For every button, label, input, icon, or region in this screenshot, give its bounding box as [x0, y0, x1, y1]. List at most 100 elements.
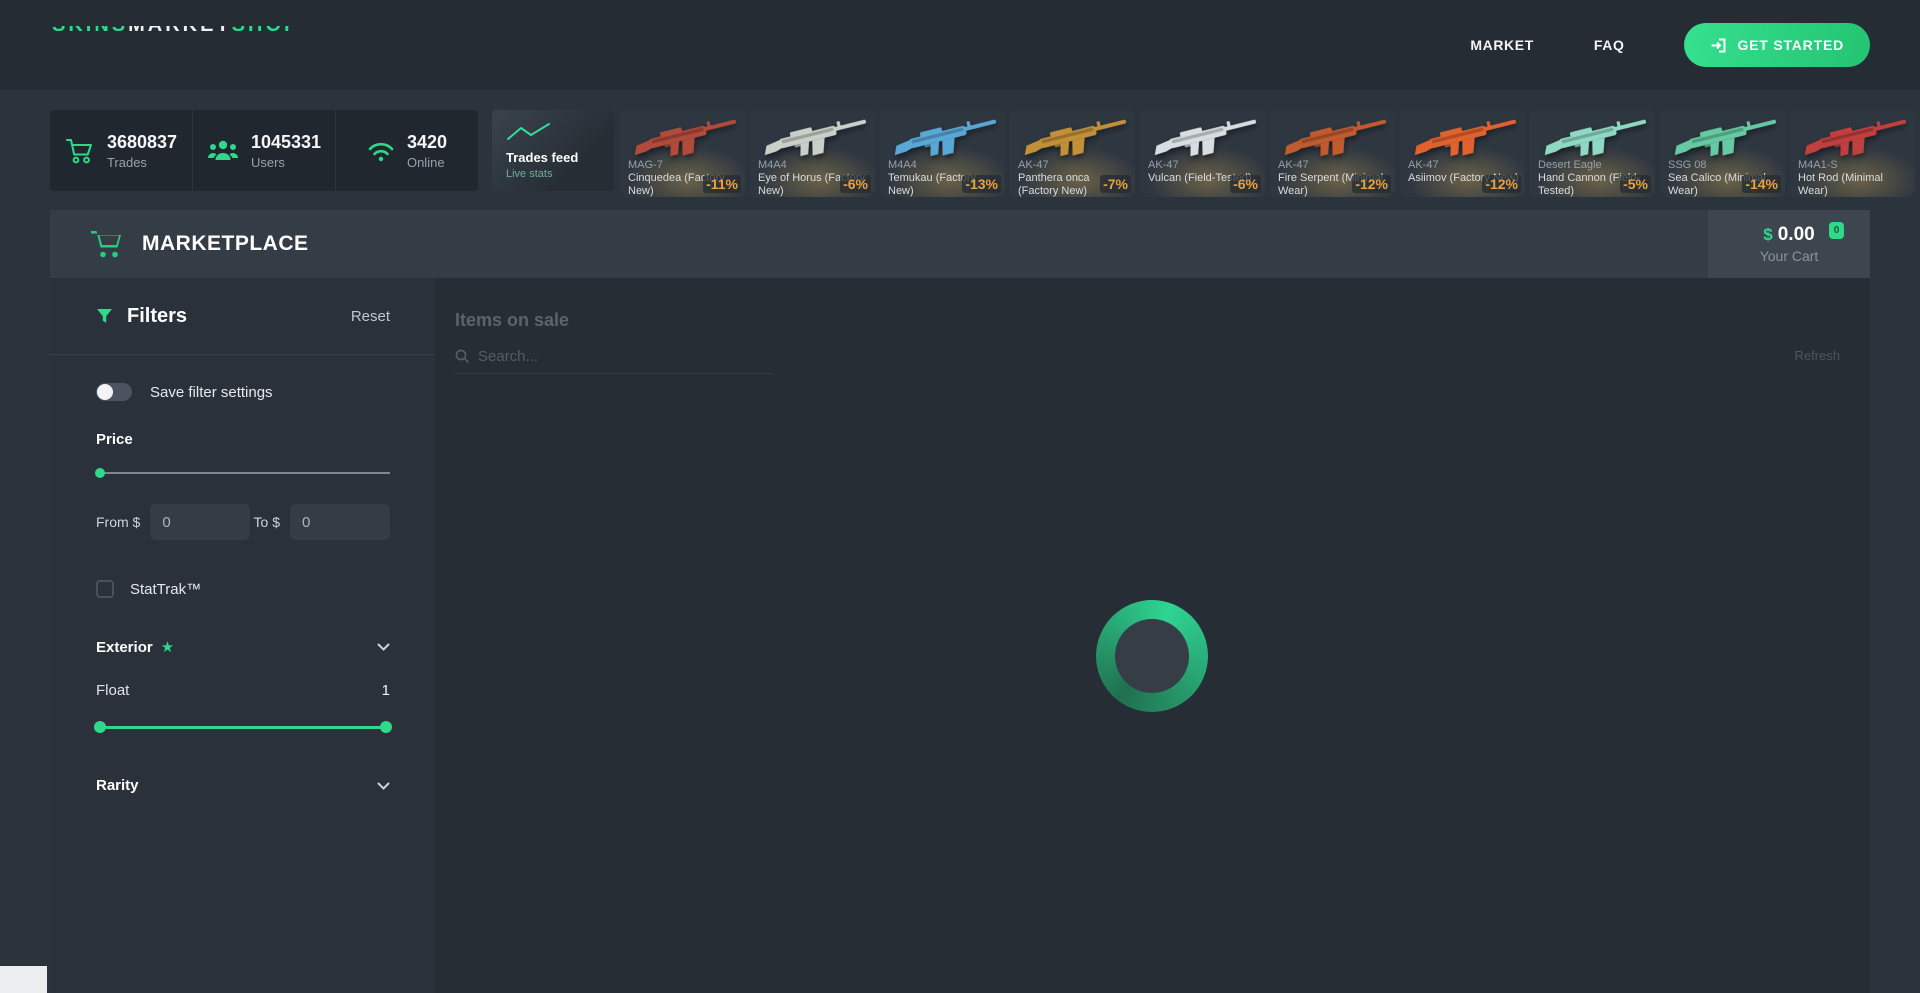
- card-discount-badge: -12%: [1482, 175, 1521, 193]
- float-label: Float: [96, 682, 129, 699]
- refresh-button[interactable]: Refresh: [1794, 348, 1840, 363]
- price-from-label: From $: [96, 514, 140, 530]
- price-slider-track: [96, 472, 390, 474]
- cart-icon: [90, 229, 124, 259]
- card-discount-badge: -6%: [1230, 175, 1261, 193]
- rarity-section-toggle[interactable]: Rarity: [96, 777, 390, 794]
- exterior-section-toggle[interactable]: Exterior ★: [96, 638, 390, 656]
- card-weapon-name: Desert Eagle: [1538, 159, 1602, 171]
- cart-currency: $: [1763, 225, 1772, 244]
- card-discount-badge: -5%: [1620, 175, 1651, 193]
- star-icon: ★: [161, 638, 174, 656]
- top-nav: SKINSMARKETSHOP MARKET FAQ GET STARTED: [0, 0, 1920, 90]
- trades-feed-title: Trades feed: [506, 150, 600, 165]
- price-to-input[interactable]: [290, 504, 390, 540]
- cart-label: Your Cart: [1760, 248, 1819, 264]
- nav-link-market[interactable]: MARKET: [1470, 37, 1533, 53]
- skin-card[interactable]: AK-47 Panthera onca (Factory New) -7%: [1010, 110, 1135, 197]
- card-weapon-name: SSG 08: [1668, 159, 1707, 171]
- site-logo[interactable]: SKINSMARKETSHOP: [52, 26, 300, 35]
- filters-sidebar: Filters Reset Save filter settings Price…: [50, 278, 435, 993]
- skin-card[interactable]: AK-47 Vulcan (Field-Tested) -6%: [1140, 110, 1265, 197]
- logo-part-1: SKINS: [52, 26, 128, 35]
- price-slider[interactable]: [96, 468, 390, 478]
- users-icon: [207, 138, 239, 164]
- stat-trades: 3680837 Trades: [50, 110, 192, 191]
- card-discount-badge: -13%: [962, 175, 1001, 193]
- get-started-button[interactable]: GET STARTED: [1684, 23, 1870, 67]
- float-range-slider[interactable]: [96, 721, 390, 733]
- logo-part-2: MARKET: [128, 26, 232, 35]
- chevron-down-icon: [377, 643, 390, 651]
- price-slider-handle[interactable]: [95, 468, 105, 478]
- wifi-icon: [367, 139, 395, 163]
- page-corner-strip: [0, 966, 47, 993]
- stat-users: 1045331 Users: [192, 110, 335, 191]
- card-weapon-name: AK-47: [1148, 159, 1179, 171]
- line-chart-icon: [506, 122, 600, 142]
- card-discount-badge: -14%: [1742, 175, 1781, 193]
- save-filters-label: Save filter settings: [150, 384, 273, 401]
- stats-panel: 3680837 Trades 1045331 Users 3420 Online: [50, 110, 478, 191]
- save-filters-toggle[interactable]: [96, 383, 132, 401]
- loading-spinner: [1096, 600, 1208, 712]
- card-discount-badge: -12%: [1352, 175, 1391, 193]
- your-cart-panel[interactable]: $0.00 Your Cart 0: [1708, 210, 1870, 278]
- card-skin-name: Hot Rod (Minimal Wear): [1798, 172, 1910, 197]
- search-input[interactable]: [478, 348, 758, 365]
- chevron-down-icon: [377, 782, 390, 790]
- trades-label: Trades: [107, 155, 177, 170]
- skin-card[interactable]: SSG 08 Sea Calico (Minimal Wear) -14%: [1660, 110, 1785, 197]
- card-weapon-name: AK-47: [1278, 159, 1309, 171]
- marketplace-title: MARKETPLACE: [142, 232, 309, 256]
- nav-links: MARKET FAQ GET STARTED: [1470, 0, 1870, 90]
- stattrak-checkbox[interactable]: [96, 580, 114, 598]
- skin-card[interactable]: MAG-7 Cinquedea (Factory New) -11%: [620, 110, 745, 197]
- skin-card[interactable]: Desert Eagle Hand Cannon (Field-Tested) …: [1530, 110, 1655, 197]
- skin-card[interactable]: M4A4 Temukau (Factory New) -13%: [880, 110, 1005, 197]
- items-area: Items on sale Refresh: [435, 278, 1870, 993]
- float-slider-track: [96, 726, 390, 729]
- card-weapon-name: AK-47: [1018, 159, 1049, 171]
- card-weapon-name: M4A4: [888, 159, 917, 171]
- stattrak-filter[interactable]: StatTrak™: [96, 580, 390, 598]
- toggle-knob: [97, 384, 113, 400]
- users-count: 1045331: [251, 132, 321, 153]
- filters-header: Filters Reset: [50, 278, 435, 355]
- skin-card[interactable]: AK-47 Fire Serpent (Minimal Wear) -12%: [1270, 110, 1395, 197]
- card-discount-badge: -11%: [703, 175, 741, 193]
- marketplace-header: MARKETPLACE $0.00 Your Cart 0: [50, 210, 1870, 278]
- float-max-handle[interactable]: [380, 721, 392, 733]
- trades-feed-card[interactable]: Trades feed Live stats: [492, 110, 614, 191]
- cart-amount: 0.00: [1778, 224, 1815, 245]
- price-to-label: To $: [254, 514, 280, 530]
- funnel-icon: [96, 308, 113, 325]
- skin-card[interactable]: AK-47 Asiimov (Factory New) -12%: [1400, 110, 1525, 197]
- filters-title: Filters: [127, 305, 187, 328]
- card-weapon-name: MAG-7: [628, 159, 663, 171]
- stat-online: 3420 Online: [335, 110, 478, 191]
- skin-card[interactable]: M4A1-S Hot Rod (Minimal Wear): [1790, 110, 1915, 197]
- rarity-label: Rarity: [96, 777, 139, 794]
- float-value: 1: [382, 682, 390, 699]
- online-label: Online: [407, 155, 447, 170]
- get-started-label: GET STARTED: [1737, 37, 1844, 53]
- search-icon: [455, 349, 470, 364]
- card-weapon-name: AK-47: [1408, 159, 1439, 171]
- card-weapon-name: M4A1-S: [1798, 159, 1838, 171]
- search-box[interactable]: [455, 340, 773, 374]
- price-section-label: Price: [96, 431, 390, 448]
- items-heading: Items on sale: [455, 310, 569, 331]
- logo-part-3: SHOP: [232, 26, 301, 35]
- price-from-input[interactable]: [150, 504, 250, 540]
- float-min-handle[interactable]: [94, 721, 106, 733]
- card-weapon-name: M4A4: [758, 159, 787, 171]
- skin-card[interactable]: M4A4 Eye of Horus (Factory New) -6%: [750, 110, 875, 197]
- trades-feed-subtitle: Live stats: [506, 168, 600, 180]
- exterior-label: Exterior: [96, 639, 153, 656]
- nav-link-faq[interactable]: FAQ: [1594, 37, 1625, 53]
- stattrak-label: StatTrak™: [130, 581, 201, 598]
- reset-filters-button[interactable]: Reset: [351, 308, 390, 325]
- cart-count-badge: 0: [1829, 222, 1844, 239]
- users-label: Users: [251, 155, 321, 170]
